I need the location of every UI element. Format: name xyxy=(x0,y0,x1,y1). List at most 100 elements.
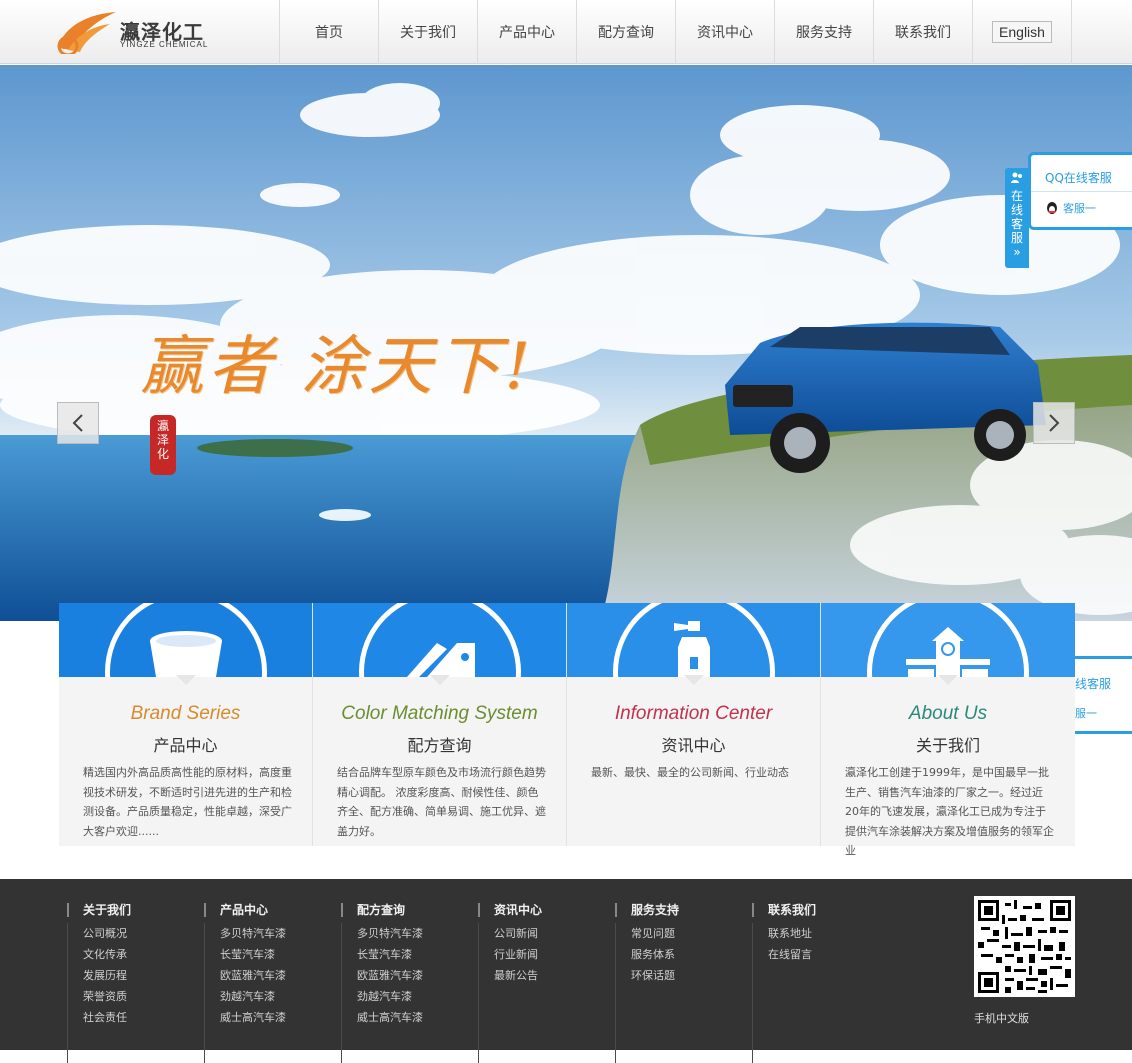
card-description: 瀛泽化工创建于1999年，是中国最早一批生产、销售汽车油漆的厂家之一。经过近20… xyxy=(845,766,1054,857)
card-notch xyxy=(175,675,196,685)
qq-penguin-icon xyxy=(1047,202,1057,214)
footer-link[interactable]: 联系地址 xyxy=(768,923,889,944)
footer-link[interactable]: 发展历程 xyxy=(83,965,204,986)
card-brand-series[interactable]: Brand Series 产品中心 精选国内外高品质高性能的原材料，高度重视技术… xyxy=(59,603,313,846)
card-title-cn: 配方查询 xyxy=(407,736,472,755)
card-description: 结合品牌车型原车颜色及市场流行颜色趋势精心调配。 浓度彩度高、耐候性佳、颜色齐全… xyxy=(337,766,546,838)
nav-item-formula[interactable]: 配方查询 xyxy=(577,0,676,64)
english-button[interactable]: English xyxy=(992,21,1052,43)
building-icon xyxy=(906,627,990,677)
logo-name-en: YINGZE CHEMICAL xyxy=(120,40,209,49)
footer-link[interactable]: 最新公告 xyxy=(494,965,615,986)
footer-link[interactable]: 多贝特汽车漆 xyxy=(220,923,341,944)
footer-link-list: 常见问题 服务体系 环保话题 xyxy=(615,923,752,1063)
spray-can-icon xyxy=(673,621,710,677)
footer-link[interactable]: 服务体系 xyxy=(631,944,752,965)
card-title-cn: 关于我们 xyxy=(915,736,980,755)
divider xyxy=(1031,191,1132,192)
footer-link[interactable]: 荣誉资质 xyxy=(83,986,204,1007)
footer-link-list: 多贝特汽车漆 长莹汽车漆 欧蓝雅汽车漆 劲越汽车漆 威士高汽车漆 xyxy=(341,923,478,1063)
footer-column-title[interactable]: 配方查询 xyxy=(341,903,478,917)
footer-column-title[interactable]: 产品中心 xyxy=(204,903,341,917)
footer-link[interactable]: 行业新闻 xyxy=(494,944,615,965)
footer-link[interactable]: 在线留言 xyxy=(768,944,889,965)
chevron-right-icon xyxy=(1049,414,1060,432)
nav-item-home[interactable]: 首页 xyxy=(280,0,379,64)
nav-item-products[interactable]: 产品中心 xyxy=(478,0,577,64)
footer-link[interactable]: 劲越汽车漆 xyxy=(220,986,341,1007)
footer-link[interactable]: 欧蓝雅汽车漆 xyxy=(220,965,341,986)
logo[interactable]: 瀛泽化工 YINGZE CHEMICAL xyxy=(54,6,214,56)
card-about-us[interactable]: About Us 关于我们 瀛泽化工创建于1999年，是中国最早一批生产、销售汽… xyxy=(821,603,1075,857)
site-footer: 关于我们 公司概况 文化传承 发展历程 荣誉资质 社会责任 产品中心 多贝特汽车… xyxy=(0,879,1132,1063)
card-title-en: Brand Series xyxy=(130,703,241,724)
qq-service-title: QQ在线客服 xyxy=(1045,171,1112,185)
footer-link-list: 公司概况 文化传承 发展历程 荣誉资质 社会责任 xyxy=(67,923,204,1063)
card-header xyxy=(567,603,820,677)
nav-item-news[interactable]: 资讯中心 xyxy=(676,0,775,64)
qq-service-title-partial: 线客服 xyxy=(1075,677,1112,691)
card-header xyxy=(59,603,312,677)
footer-link[interactable]: 常见问题 xyxy=(631,923,752,944)
footer-link[interactable]: 劲越汽车漆 xyxy=(357,986,478,1007)
footer-column-title[interactable]: 联系我们 xyxy=(752,903,889,917)
footer-column-products: 产品中心 多贝特汽车漆 长莹汽车漆 欧蓝雅汽车漆 劲越汽车漆 威士高汽车漆 xyxy=(204,903,341,1063)
online-service-tab-label: 在线客服 xyxy=(1011,189,1024,245)
paint-bucket-icon xyxy=(149,631,222,677)
chevron-left-icon xyxy=(72,414,83,432)
footer-column-news: 资讯中心 公司新闻 行业新闻 最新公告 xyxy=(478,903,615,1063)
qr-code xyxy=(974,896,1075,997)
nav-item-support[interactable]: 服务支持 xyxy=(775,0,874,64)
online-service-tab[interactable]: 在线客服 » xyxy=(1005,168,1029,268)
footer-link[interactable]: 文化传承 xyxy=(83,944,204,965)
nav-item-contact[interactable]: 联系我们 xyxy=(874,0,973,64)
footer-link[interactable]: 公司新闻 xyxy=(494,923,615,944)
card-title-en: Information Center xyxy=(614,703,773,724)
card-color-matching[interactable]: Color Matching System 配方查询 结合品牌车型原车颜色及市场… xyxy=(313,603,567,846)
footer-link[interactable]: 威士高汽车漆 xyxy=(357,1007,478,1028)
footer-link[interactable]: 欧蓝雅汽车漆 xyxy=(357,965,478,986)
card-title-en: About Us xyxy=(908,703,988,724)
footer-column-title[interactable]: 资讯中心 xyxy=(478,903,615,917)
card-information-center[interactable]: Information Center 资讯中心 最新、最快、最全的公司新闻、行业… xyxy=(567,603,821,846)
footer-link[interactable]: 长莹汽车漆 xyxy=(220,944,341,965)
feature-cards: Brand Series 产品中心 精选国内外高品质高性能的原材料，高度重视技术… xyxy=(59,603,1075,857)
banner-slogan: 赢者 涂天下! xyxy=(140,330,535,404)
qq-service-panel: QQ在线客服 客服一 xyxy=(1028,152,1132,230)
footer-link-list: 多贝特汽车漆 长莹汽车漆 欧蓝雅汽车漆 劲越汽车漆 威士高汽车漆 xyxy=(204,923,341,1063)
footer-column-contact: 联系我们 联系地址 在线留言 xyxy=(752,903,889,1063)
card-description: 精选国内外高品质高性能的原材料，高度重视技术研发，不断适时引进先进的生产和检测设… xyxy=(83,766,292,838)
footer-link[interactable]: 环保话题 xyxy=(631,965,752,986)
card-notch xyxy=(429,675,450,685)
double-chevron-icon: » xyxy=(1013,245,1021,259)
card-header xyxy=(313,603,566,677)
card-notch xyxy=(683,675,704,685)
footer-link[interactable]: 多贝特汽车漆 xyxy=(357,923,478,944)
footer-link[interactable]: 威士高汽车漆 xyxy=(220,1007,341,1028)
qr-code-icon xyxy=(978,900,1071,993)
nav-item-about[interactable]: 关于我们 xyxy=(379,0,478,64)
footer-column-title[interactable]: 关于我们 xyxy=(67,903,204,917)
nav-item-language: English xyxy=(973,0,1072,64)
qq-service-link-partial[interactable]: 服一 xyxy=(1075,705,1097,721)
card-description: 最新、最快、最全的公司新闻、行业动态 xyxy=(591,766,789,779)
qq-service-link[interactable]: 客服一 xyxy=(1045,200,1096,216)
banner-prev-button[interactable] xyxy=(57,402,99,444)
banner-seal-stamp: 瀛泽化 xyxy=(150,415,176,475)
main-nav: 首页 关于我们 产品中心 配方查询 资讯中心 服务支持 联系我们 English xyxy=(279,0,1072,64)
site-header: 瀛泽化工 YINGZE CHEMICAL 首页 关于我们 产品中心 配方查询 资… xyxy=(0,0,1132,64)
card-header xyxy=(821,603,1075,677)
color-swatch-icon xyxy=(406,643,475,677)
banner-next-button[interactable] xyxy=(1033,402,1075,444)
footer-link[interactable]: 社会责任 xyxy=(83,1007,204,1028)
card-title-en: Color Matching System xyxy=(341,703,538,724)
footer-column-formula: 配方查询 多贝特汽车漆 长莹汽车漆 欧蓝雅汽车漆 劲越汽车漆 威士高汽车漆 xyxy=(341,903,478,1063)
footer-column-support: 服务支持 常见问题 服务体系 环保话题 xyxy=(615,903,752,1063)
footer-column-title[interactable]: 服务支持 xyxy=(615,903,752,917)
qq-service-name: 客服一 xyxy=(1063,202,1096,215)
footer-link[interactable]: 长莹汽车漆 xyxy=(357,944,478,965)
users-icon xyxy=(1011,172,1022,183)
card-notch xyxy=(938,675,958,685)
logo-leaf-icon xyxy=(57,12,116,54)
footer-link[interactable]: 公司概况 xyxy=(83,923,204,944)
